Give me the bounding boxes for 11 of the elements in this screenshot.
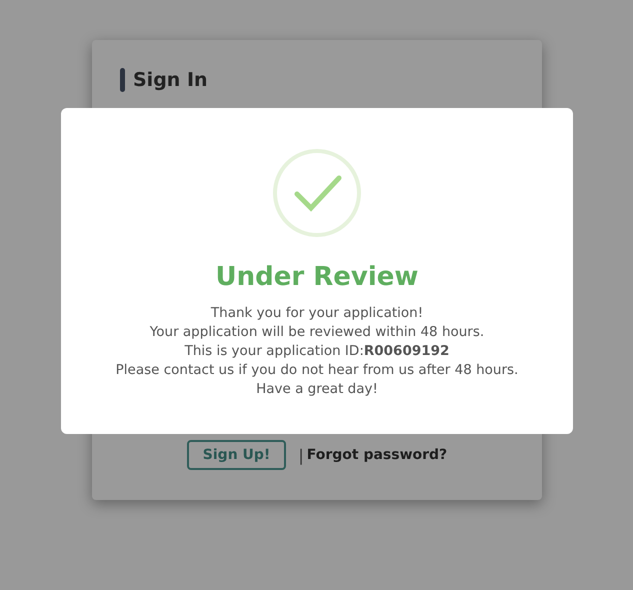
- forgot-password-link[interactable]: Forgot password?: [306, 447, 448, 463]
- card-title: Sign In: [133, 69, 208, 91]
- title-accent-bar: [120, 68, 125, 92]
- separator: |: [298, 446, 304, 464]
- message-line: Thank you for your application!: [210, 304, 424, 323]
- message-line: Have a great day!: [256, 380, 378, 399]
- message-line: This is your application ID:R00609192: [184, 342, 450, 361]
- dialog-title: Under Review: [216, 262, 418, 292]
- message-line: Your application will be reviewed within 48 hours.: [150, 323, 484, 342]
- message-line: Please contact us if you do not hear from us after 48 hours.: [116, 361, 518, 380]
- check-circle-icon: [272, 148, 362, 238]
